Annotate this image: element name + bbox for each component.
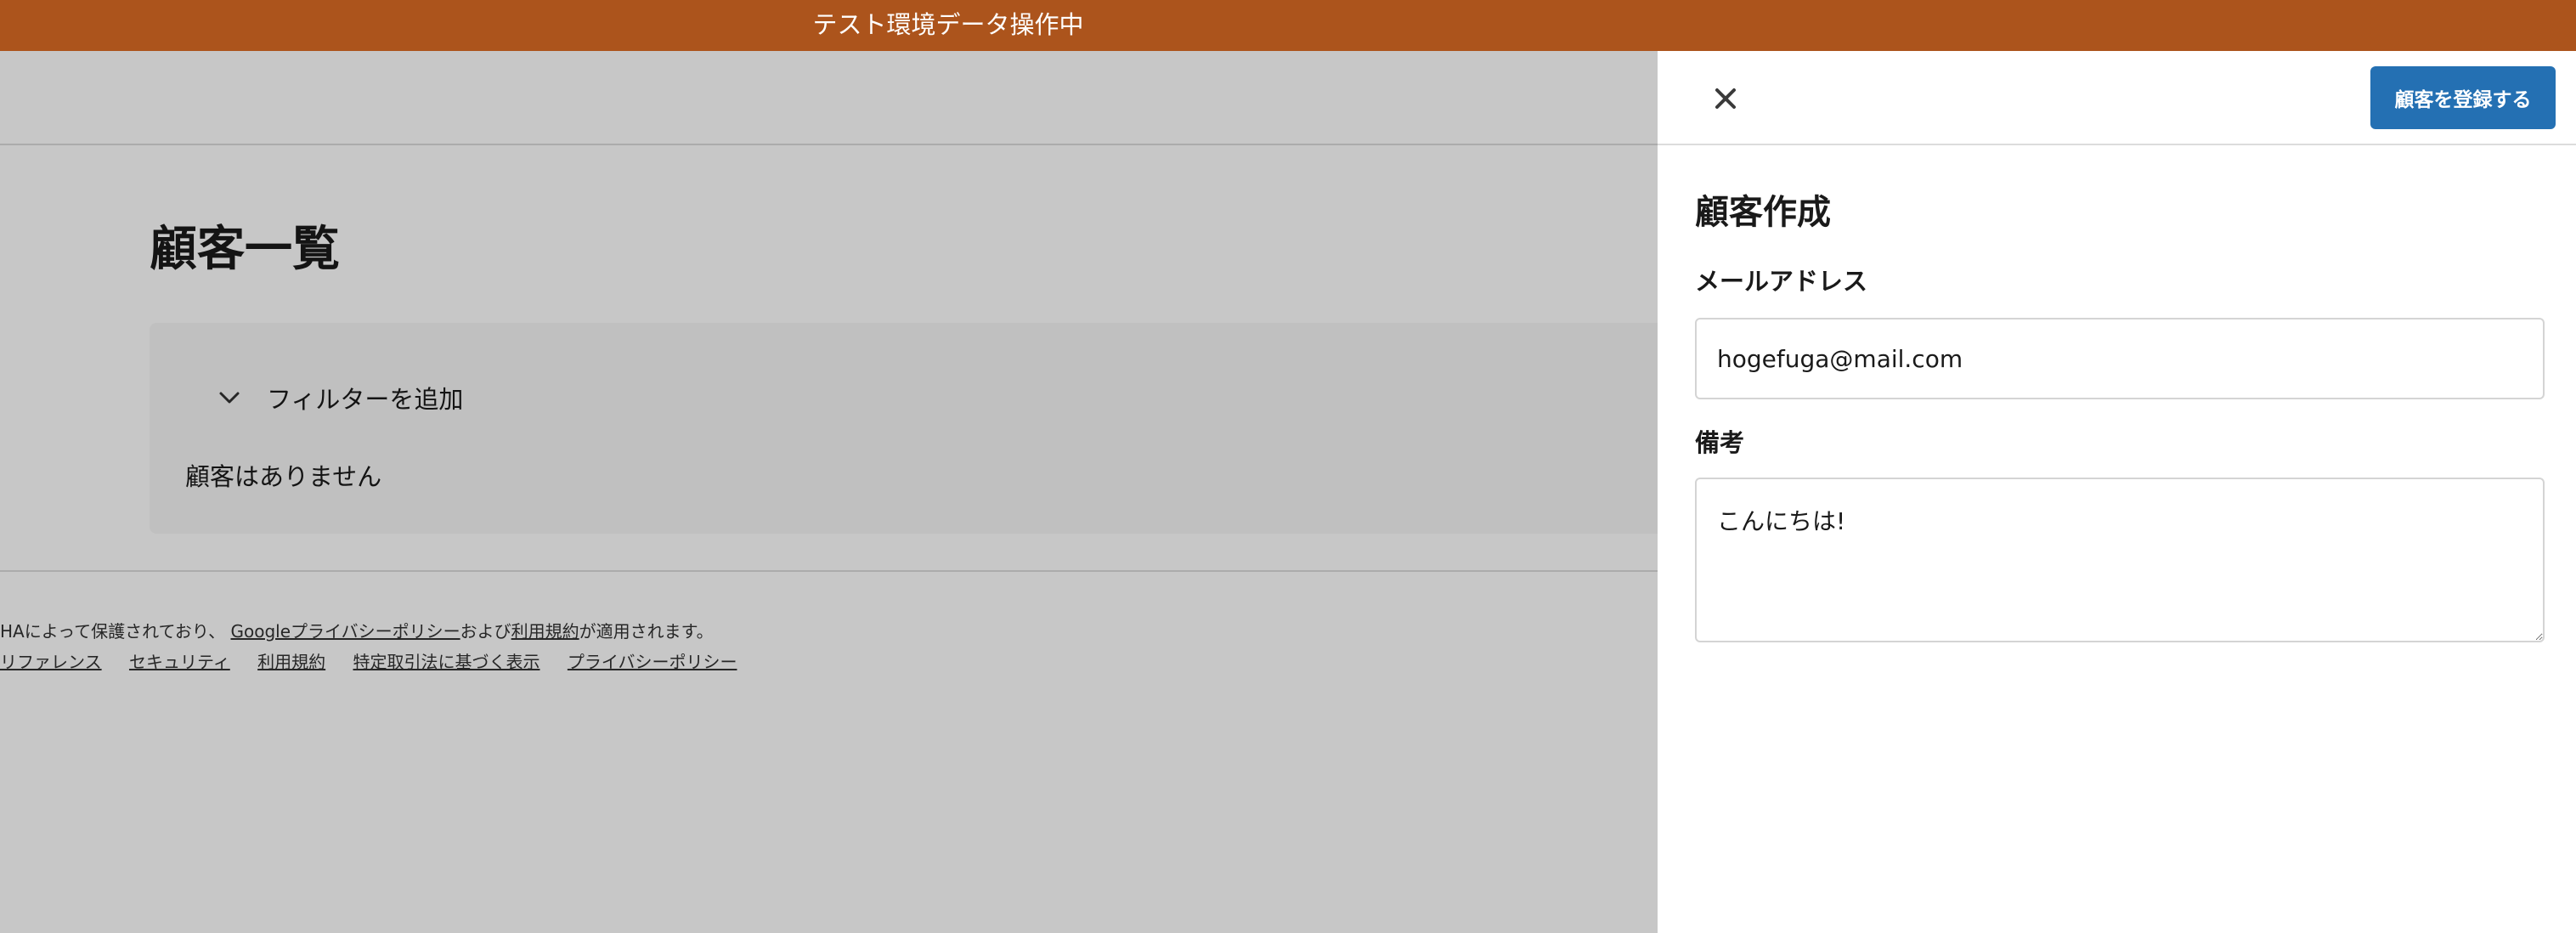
note-label: 備考 [1695, 428, 1745, 457]
drawer-title: 顧客作成 [1695, 193, 1831, 232]
modal-backdrop[interactable] [0, 51, 1658, 933]
email-label: メールアドレス [1695, 267, 1868, 296]
environment-banner: テスト環境データ操作中 [0, 0, 2576, 51]
create-customer-drawer: 顧客を登録する 顧客作成 メールアドレス 備考 こんにちは! [1658, 51, 2576, 933]
close-icon [1715, 88, 1736, 109]
email-field[interactable] [1695, 318, 2545, 399]
drawer-header: 顧客を登録する [1658, 51, 2576, 145]
register-customer-button[interactable]: 顧客を登録する [2370, 66, 2556, 129]
note-textarea[interactable]: こんにちは! [1695, 478, 2545, 642]
close-button[interactable] [1705, 78, 1746, 119]
environment-banner-text: テスト環境データ操作中 [812, 10, 1084, 39]
